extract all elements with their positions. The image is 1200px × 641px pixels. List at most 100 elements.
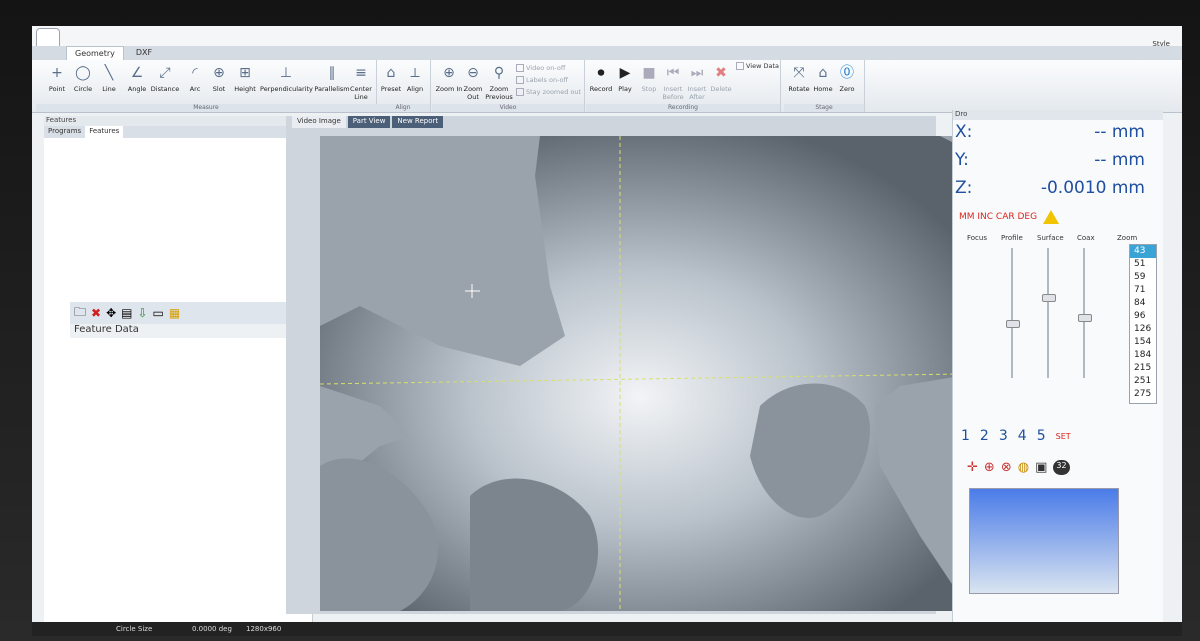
play-icon: ▶ <box>619 65 631 81</box>
labels-checkbox[interactable] <box>516 76 524 84</box>
zero-button[interactable]: ⓪ Zero <box>832 64 862 93</box>
focus-label: Focus <box>967 234 987 242</box>
zoom-option[interactable]: 71 <box>1130 284 1156 297</box>
coax-label: Coax <box>1077 234 1095 242</box>
video-image[interactable] <box>320 136 960 611</box>
features-panel-tabs: Programs Features <box>44 126 312 138</box>
profile-slider[interactable] <box>1006 248 1020 378</box>
profile-slider-knob[interactable] <box>1006 320 1020 328</box>
zoom-option[interactable]: 215 <box>1130 362 1156 375</box>
zoom-option[interactable]: 43 <box>1130 245 1156 258</box>
transform-icon[interactable]: ✥ <box>106 306 116 320</box>
surface-slider-knob[interactable] <box>1042 294 1056 302</box>
surface-label: Surface <box>1037 234 1064 242</box>
distance-button[interactable]: ⤢ Distance <box>150 64 180 93</box>
zoom-option[interactable]: 84 <box>1130 297 1156 310</box>
feature-data-header: Feature Data <box>70 324 304 338</box>
warning-icon <box>1043 210 1059 224</box>
stay-zoomed-toggle[interactable]: Stay zoomed out <box>516 88 581 96</box>
slot-label: Slot <box>212 85 226 93</box>
group-stage: ⤧ Rotate ⌂ Home ⓪ Zero Stage <box>784 60 865 112</box>
point-label: Point <box>48 85 66 93</box>
zoom-option[interactable]: 96 <box>1130 310 1156 323</box>
view-data-label: View Data <box>746 62 780 70</box>
align-icon: ⟂ <box>410 65 420 81</box>
delete-button[interactable]: ✖ Delete <box>706 64 736 93</box>
labels-toggle[interactable]: Labels on-off <box>516 76 568 84</box>
export-icon[interactable]: ⇩ <box>137 306 147 320</box>
features-toolbar: 🗀 ✖ ✥ ▤ ⇩ ▭ ▦ <box>70 302 304 324</box>
report-icon[interactable]: ▤ <box>121 306 132 320</box>
zoom-option[interactable]: 275 <box>1130 388 1156 401</box>
reticle-icon[interactable]: ⊗ <box>1001 460 1012 475</box>
video-toggle[interactable]: Video on-off <box>516 64 565 72</box>
features-panel: Features Programs Features <box>44 116 313 636</box>
height-icon: ⊞ <box>239 65 251 81</box>
preset-label: Preset <box>380 85 402 93</box>
target-icon[interactable]: ⊕ <box>984 460 995 475</box>
home-label: Home <box>813 85 833 93</box>
preset-icon: ⌂ <box>386 65 396 81</box>
circle-label: Circle <box>73 85 93 93</box>
preset-2-button[interactable]: 2 <box>980 428 989 444</box>
resolution-readout: 1280x960 <box>246 625 282 633</box>
slot-icon: ⊕ <box>213 65 225 81</box>
zoom-option[interactable]: 154 <box>1130 336 1156 349</box>
tab-new-report[interactable]: New Report <box>392 116 444 128</box>
zoom-previous-button[interactable]: ⚲ Zoom Previous <box>484 64 514 101</box>
parallelism-button[interactable]: ∥ Parallelism <box>314 64 350 93</box>
zoom-option[interactable]: 126 <box>1130 323 1156 336</box>
video-checkbox[interactable] <box>516 64 524 72</box>
align-button[interactable]: ⟂ Align <box>400 64 430 93</box>
parallelism-label: Parallelism <box>314 85 350 93</box>
stay-zoomed-toggle-label: Stay zoomed out <box>526 88 582 96</box>
palette-icon[interactable]: ◍ <box>1018 460 1029 475</box>
folder-icon[interactable]: 🗀 <box>74 303 86 324</box>
stay-zoomed-checkbox[interactable] <box>516 88 524 96</box>
center-line-button[interactable]: ≡ Center Line <box>346 64 376 101</box>
video-panel: Video Image Part View New Report <box>286 116 960 614</box>
center-line-icon: ≡ <box>355 65 367 81</box>
surface-slider[interactable] <box>1042 248 1056 378</box>
note-icon[interactable]: ▦ <box>169 306 180 320</box>
tab-programs[interactable]: Programs <box>44 126 85 138</box>
tab-part-view[interactable]: Part View <box>347 116 391 128</box>
coax-slider-knob[interactable] <box>1078 314 1092 322</box>
tab-features[interactable]: Features <box>85 126 124 138</box>
coax-slider[interactable] <box>1078 248 1092 378</box>
tab-video-image[interactable]: Video Image <box>292 116 346 128</box>
tab-dxf[interactable]: DXF <box>128 46 160 60</box>
angle-icon: ∠ <box>130 65 144 81</box>
zoom-option[interactable]: 184 <box>1130 349 1156 362</box>
preset-1-button[interactable]: 1 <box>961 428 970 444</box>
perpendicularity-button[interactable]: ⊥ Perpendicularity <box>260 64 313 93</box>
parallelism-icon: ∥ <box>328 65 336 81</box>
center-line-label: Center Line <box>350 85 372 101</box>
zoom-list[interactable]: 43 51 59 71 84 96 126 154 184 215 251 27… <box>1129 244 1157 404</box>
view-data-checkbox[interactable] <box>736 62 744 70</box>
preset-4-button[interactable]: 4 <box>1018 428 1027 444</box>
labels-toggle-label: Labels on-off <box>526 76 569 84</box>
zoom-option[interactable]: 59 <box>1130 271 1156 284</box>
preset-3-button[interactable]: 3 <box>999 428 1008 444</box>
tab-geometry[interactable]: Geometry <box>66 46 124 60</box>
home-icon: ⌂ <box>818 65 828 81</box>
zoom-option[interactable]: 51 <box>1130 258 1156 271</box>
camera-icon[interactable]: ▣ <box>1035 460 1047 475</box>
status-bar: Circle Size 0.0000 deg 1280x960 <box>32 622 1182 636</box>
dro-mode-toggles[interactable]: MM INC CAR DEG <box>959 212 1037 222</box>
line-button[interactable]: ╲ Line <box>94 64 124 93</box>
delete-feature-icon[interactable]: ✖ <box>91 306 101 320</box>
height-button[interactable]: ⊞ Height <box>230 64 260 93</box>
zero-icon: ⓪ <box>840 65 854 81</box>
dro-z-label: Z: <box>955 178 973 198</box>
preset-5-button[interactable]: 5 <box>1037 428 1046 444</box>
view-data-toggle[interactable]: View Data <box>736 62 779 70</box>
crosshair-icon[interactable]: ✛ <box>967 460 978 475</box>
stop-icon: ■ <box>642 65 656 81</box>
set-button[interactable]: SET <box>1056 428 1071 444</box>
arc-label: Arc <box>189 85 201 93</box>
zoom-option[interactable]: 251 <box>1130 375 1156 388</box>
document-icon[interactable]: ▭ <box>153 306 164 320</box>
angle-button[interactable]: ∠ Angle <box>122 64 152 93</box>
